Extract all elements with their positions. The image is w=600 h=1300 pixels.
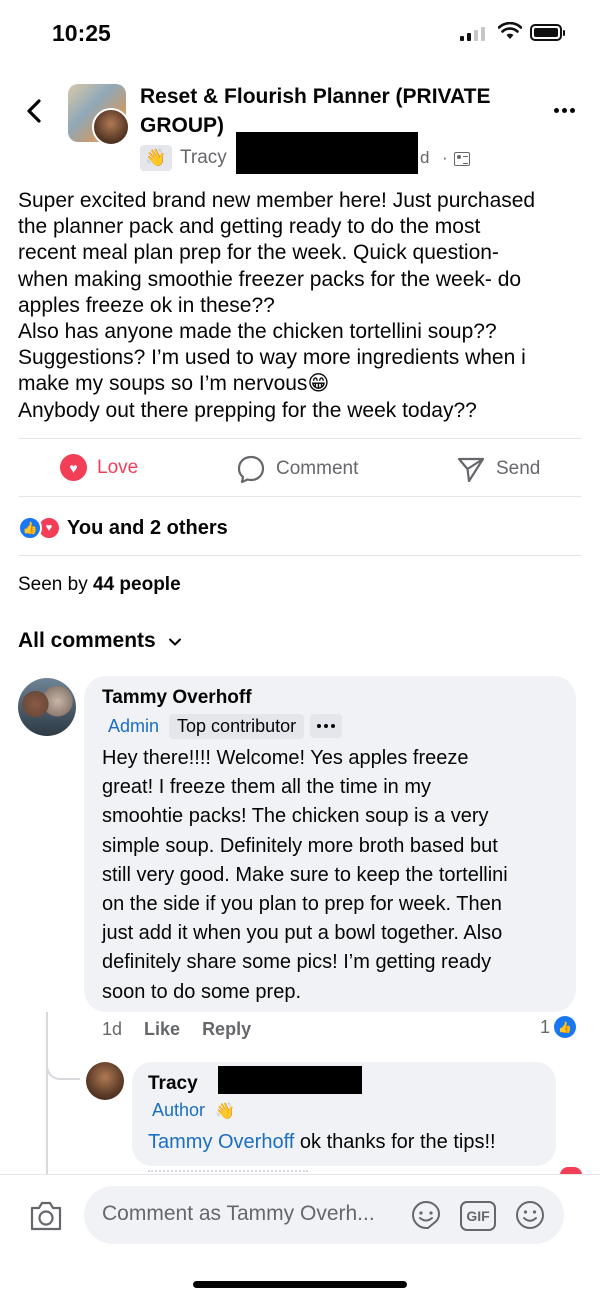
send-icon	[457, 457, 485, 483]
chevron-down-icon	[168, 638, 181, 646]
divider	[18, 555, 582, 556]
reply-badges: Author 👋	[152, 1100, 235, 1121]
heart-icon: ♥	[60, 454, 87, 481]
status-time: 10:25	[52, 20, 111, 46]
post-author-name[interactable]: Tracy	[180, 147, 227, 169]
status-bar: 10:25	[0, 0, 600, 64]
cellular-signal-icon	[460, 25, 485, 41]
commenter-badges: Admin Top contributor	[102, 713, 343, 739]
top-contributor-badge: Top contributor	[169, 713, 305, 739]
post-meta: 👋 Tracy	[140, 145, 227, 171]
reply-mention[interactable]: Tammy Overhoff	[148, 1131, 294, 1153]
reaction-summary[interactable]: 👍 ♥ You and 2 others	[18, 513, 228, 543]
post-line: make my soups so I’m nervous😁	[18, 371, 588, 397]
seen-by[interactable]: Seen by 44 people	[18, 574, 181, 596]
back-arrow-icon[interactable]	[20, 96, 50, 126]
comment-line: just add it when you put a bowl together…	[102, 922, 503, 945]
author-avatar[interactable]	[92, 108, 130, 146]
reply-avatar[interactable]	[86, 1062, 124, 1100]
divider	[18, 496, 582, 497]
redaction-bar	[236, 132, 418, 174]
comment-label: Comment	[276, 458, 359, 479]
comment-like-button[interactable]: Like	[144, 1019, 180, 1040]
comment-line: definitely share some pics! I’m getting …	[102, 951, 492, 974]
divider	[18, 438, 582, 439]
comment-meta: 1d Like Reply	[102, 1019, 251, 1040]
post-text: Super excited brand new member here! Jus…	[18, 188, 588, 424]
comment-like-count[interactable]: 1 👍	[540, 1016, 577, 1038]
comment-line: soon to do some prep.	[102, 980, 302, 1003]
commenter-avatar[interactable]	[18, 678, 76, 736]
comments-filter-dropdown[interactable]: All comments	[18, 629, 182, 653]
post-time: d	[420, 148, 430, 167]
post-line: Super excited brand new member here! Jus…	[18, 189, 536, 212]
seen-count: 44 people	[93, 574, 181, 595]
comment-bubble-icon	[237, 455, 265, 484]
comment-like-number: 1	[540, 1016, 551, 1037]
like-reaction-icon: 👍	[18, 516, 42, 540]
comments-filter-label: All comments	[18, 629, 156, 652]
comment-time: 1d	[102, 1019, 123, 1039]
wifi-icon	[498, 22, 522, 39]
post-line-text: make my soups so I’m nervous	[18, 372, 308, 396]
comment-input-placeholder[interactable]: Comment as Tammy Overh...	[102, 1202, 408, 1226]
comment-text: Hey there!!!! Welcome! Yes apples freeze…	[102, 744, 572, 1007]
redaction-bar	[218, 1066, 362, 1094]
love-button[interactable]: ♥ Love	[60, 454, 138, 481]
sticker-icon[interactable]	[410, 1199, 442, 1231]
more-options-icon[interactable]	[554, 108, 575, 113]
reply-text: Tammy Overhoff ok thanks for the tips!!	[148, 1131, 496, 1154]
meta-separator: ·	[442, 148, 448, 167]
comment-button[interactable]: Comment	[236, 454, 358, 484]
reply-author-name[interactable]: Tracy	[148, 1073, 198, 1095]
send-button[interactable]: Send	[456, 454, 540, 484]
group-audience-icon	[454, 152, 470, 166]
post-line: when making smoothie freezer packs for t…	[18, 267, 522, 291]
gif-button[interactable]: GIF	[460, 1201, 496, 1231]
comment-line: simple soup. Definitely more broth based…	[102, 834, 498, 857]
home-indicator[interactable]	[193, 1281, 407, 1288]
emoji-icon[interactable]	[514, 1199, 546, 1231]
post-line: recent meal plan prep for the week. Quic…	[18, 241, 499, 265]
post-line: Suggestions? I’m used to way more ingred…	[18, 346, 526, 370]
post-line: apples freeze ok in these??	[18, 293, 275, 317]
post-actions: ♥ Love Comment Send	[0, 440, 600, 496]
reactions-text: You and 2 others	[67, 516, 228, 539]
commenter-name[interactable]: Tammy Overhoff	[102, 687, 252, 709]
admin-badge: Admin	[108, 715, 160, 736]
comment-line: great! I freeze them all the time in my	[102, 776, 432, 799]
thread-connector	[46, 1060, 80, 1080]
post-line: Also has anyone made the chicken tortell…	[18, 320, 497, 344]
post-line: Anybody out there prepping for the week …	[18, 398, 477, 422]
like-reaction-icon: 👍	[554, 1016, 577, 1038]
seen-prefix: Seen by	[18, 574, 93, 595]
camera-icon[interactable]	[28, 1199, 64, 1233]
comment-line: still very good. Make sure to keep the t…	[102, 863, 508, 886]
love-label: Love	[97, 456, 139, 478]
new-member-badge-icon: 👋	[215, 1102, 235, 1120]
battery-icon	[530, 24, 565, 41]
new-member-badge-icon: 👋	[140, 145, 172, 171]
comment-line: smoohtie packs! The chicken soup is a ve…	[102, 805, 489, 828]
comment-line: Hey there!!!! Welcome! Yes apples freeze	[102, 747, 469, 769]
author-badge: Author	[152, 1100, 206, 1120]
post-line: the planner pack and getting ready to do…	[18, 215, 481, 239]
comment-line: on the side if you plan to prep for week…	[102, 893, 502, 916]
reply-message: ok thanks for the tips!!	[294, 1131, 496, 1153]
post-header: Reset & Flourish Planner (PRIVATE GROUP)…	[0, 70, 600, 180]
comment-reply-button[interactable]: Reply	[202, 1019, 251, 1040]
thread-line	[46, 1012, 48, 1174]
send-label: Send	[496, 458, 541, 479]
grin-emoji-icon: 😁	[307, 372, 330, 396]
more-badges-icon[interactable]	[310, 714, 343, 738]
